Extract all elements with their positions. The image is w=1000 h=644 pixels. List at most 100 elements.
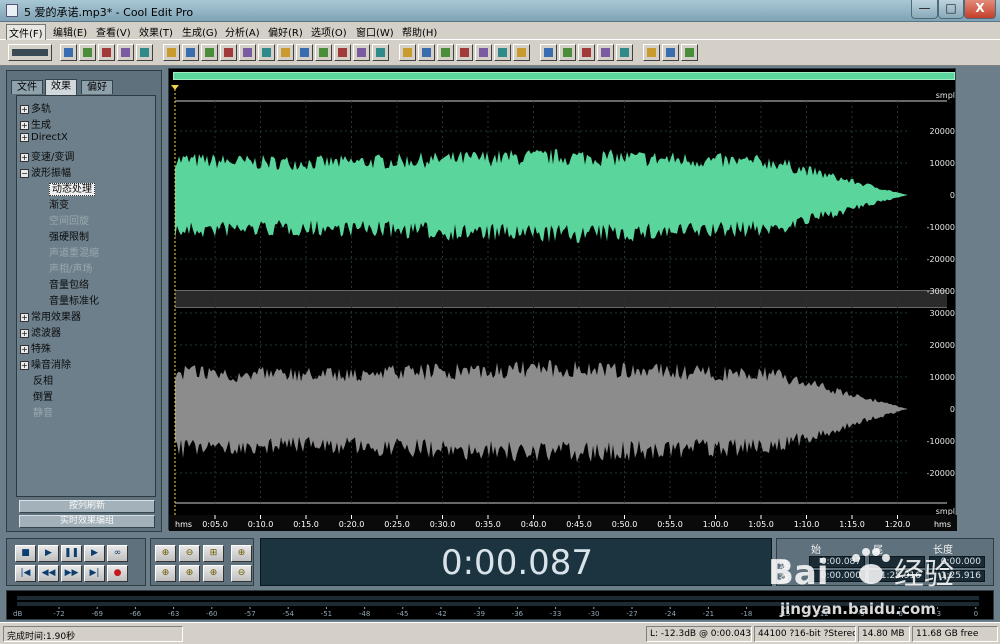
tree-node[interactable]: 倒置: [33, 388, 53, 403]
save-as-icon[interactable]: [117, 44, 134, 61]
tab-favorites[interactable]: 偏好: [81, 80, 113, 94]
tree-node[interactable]: + 常用效果器: [20, 308, 81, 323]
go-start-button[interactable]: |◀: [15, 565, 36, 582]
silence-icon[interactable]: [296, 44, 313, 61]
waveform-toggle-icon[interactable]: [8, 44, 52, 61]
view-end-field[interactable]: 1:25.916: [869, 570, 925, 582]
menu-effects[interactable]: 效果(T): [139, 24, 173, 39]
expand-icon[interactable]: +: [20, 312, 29, 322]
spectral-view-icon[interactable]: [399, 44, 416, 61]
zoom-selection-button[interactable]: ⊕: [155, 565, 176, 582]
notepad-icon[interactable]: [662, 44, 679, 61]
left-channel-waveform[interactable]: [175, 149, 907, 243]
noise-reduction-icon[interactable]: [372, 44, 389, 61]
tree-node[interactable]: 音量标准化: [49, 292, 99, 307]
tree-node[interactable]: + 变速/变调: [20, 148, 74, 163]
amplify-icon[interactable]: [315, 44, 332, 61]
stop-button[interactable]: ■: [15, 545, 36, 562]
menu-analyze[interactable]: 分析(A): [225, 24, 260, 39]
tab-files[interactable]: 文件: [11, 80, 43, 94]
selection-end-field[interactable]: [869, 556, 925, 568]
levels-icon[interactable]: [616, 44, 633, 61]
tree-node[interactable]: + 特殊: [20, 340, 51, 355]
tab-effects[interactable]: 效果: [45, 79, 77, 95]
close-file-icon[interactable]: [136, 44, 153, 61]
paste-icon[interactable]: [239, 44, 256, 61]
tree-node[interactable]: + 多轨: [20, 100, 51, 115]
go-end-button[interactable]: ▶|: [84, 565, 105, 582]
play-to-end-button[interactable]: ▶: [84, 545, 105, 562]
menu-generate[interactable]: 生成(G): [182, 24, 218, 39]
selection-start-field[interactable]: 0:00.087: [809, 556, 865, 568]
new-file-icon[interactable]: [60, 44, 77, 61]
zoom-in-horizontal-button[interactable]: ⊕: [155, 545, 176, 562]
menu-file[interactable]: 文件(F): [6, 24, 46, 41]
tree-node[interactable]: + 滤波器: [20, 324, 61, 339]
menu-edit[interactable]: 编辑(E): [53, 24, 87, 39]
frequency-icon[interactable]: [418, 44, 435, 61]
redo-icon[interactable]: [182, 44, 199, 61]
maximize-button[interactable]: □: [938, 0, 964, 19]
tree-node[interactable]: + 生成: [20, 116, 51, 131]
stretch-icon[interactable]: [353, 44, 370, 61]
expand-icon[interactable]: +: [20, 104, 29, 114]
zoom-out-horizontal-button[interactable]: ⊖: [179, 545, 200, 562]
tree-node[interactable]: 空间回旋: [49, 212, 89, 227]
menu-view[interactable]: 查看(V): [96, 24, 131, 39]
tree-node[interactable]: 静音: [33, 404, 53, 419]
menu-help[interactable]: 帮助(H): [402, 24, 437, 39]
zoom-out-vertical-button[interactable]: ⊖: [231, 565, 252, 582]
script-icon[interactable]: [643, 44, 660, 61]
multitrack-icon[interactable]: [475, 44, 492, 61]
zoom-in-vertical-button[interactable]: ⊕: [231, 545, 252, 562]
tree-node[interactable]: 声相/声场: [49, 260, 92, 275]
tree-node[interactable]: + DirectX: [20, 132, 68, 143]
stats-icon[interactable]: [597, 44, 614, 61]
open-file-icon[interactable]: [79, 44, 96, 61]
record-button[interactable]: ●: [107, 565, 128, 582]
expand-icon[interactable]: +: [20, 328, 29, 338]
fast-forward-button[interactable]: ▶▶: [61, 565, 82, 582]
analysis-icon[interactable]: [578, 44, 595, 61]
realtime-effects-rack-button[interactable]: 实时效果编组: [19, 515, 155, 528]
waveform-svg[interactable]: smpl 20000 10000 0 -10000 -20000 -30000 30000 20…: [169, 69, 957, 531]
undo-icon[interactable]: [163, 44, 180, 61]
menu-options[interactable]: 选项(O): [311, 24, 347, 39]
save-icon[interactable]: [98, 44, 115, 61]
right-channel-waveform[interactable]: [175, 360, 907, 463]
play-list-icon[interactable]: [513, 44, 530, 61]
cursor-top-marker[interactable]: [171, 85, 179, 90]
waveform-display[interactable]: smpl 20000 10000 0 -10000 -20000 -30000 30000 20…: [168, 68, 957, 531]
tree-node[interactable]: − 波形振幅: [20, 164, 71, 179]
view-start-field[interactable]: 0:00.000: [809, 570, 865, 582]
refresh-list-button[interactable]: 按列刷新: [19, 500, 155, 513]
expand-icon[interactable]: +: [20, 360, 29, 370]
collapse-icon[interactable]: −: [20, 168, 29, 178]
view-length-field[interactable]: 1:25.916: [929, 570, 985, 582]
expand-icon[interactable]: +: [20, 120, 29, 130]
close-button[interactable]: X: [964, 0, 996, 19]
mix-paste-icon[interactable]: [258, 44, 275, 61]
cue-list-icon[interactable]: [494, 44, 511, 61]
tree-node[interactable]: 强硬限制: [49, 228, 89, 243]
rewind-button[interactable]: ◀◀: [38, 565, 59, 582]
zoom-right-button[interactable]: ⊕: [203, 565, 224, 582]
envelope-icon[interactable]: [334, 44, 351, 61]
menu-favorites[interactable]: 偏好(R): [268, 24, 303, 39]
tree-node[interactable]: 声道重混缩: [49, 244, 99, 259]
help-icon[interactable]: [681, 44, 698, 61]
expand-icon[interactable]: +: [20, 152, 29, 162]
selection-length-field[interactable]: 0:00.000: [929, 556, 985, 568]
tree-node[interactable]: 反相: [33, 372, 53, 387]
play-button[interactable]: ▶: [38, 545, 59, 562]
envelope-view-icon[interactable]: [437, 44, 454, 61]
copy-icon[interactable]: [220, 44, 237, 61]
menu-window[interactable]: 窗口(W): [356, 24, 394, 39]
zoom-left-button[interactable]: ⊕: [179, 565, 200, 582]
pause-button[interactable]: ❚❚: [61, 545, 82, 562]
balance-icon[interactable]: [456, 44, 473, 61]
zoom-full-button[interactable]: ⊞: [203, 545, 224, 562]
cut-icon[interactable]: [201, 44, 218, 61]
tree-node[interactable]: 音量包络: [49, 276, 89, 291]
tree-node[interactable]: 动态处理: [49, 180, 95, 196]
